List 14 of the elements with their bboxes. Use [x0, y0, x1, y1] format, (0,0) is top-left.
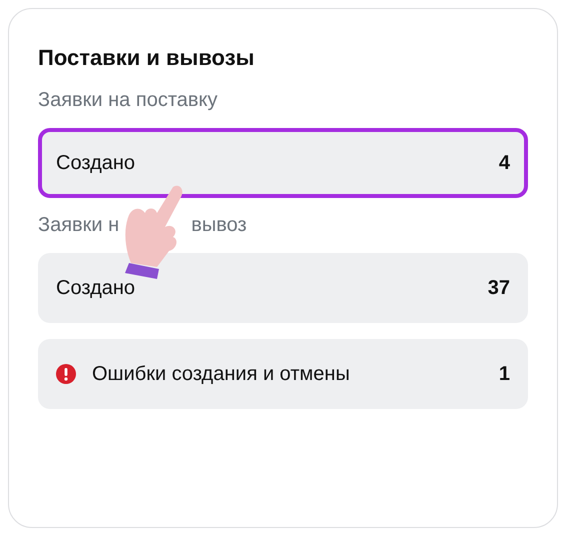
status-row[interactable]: Создано 37: [38, 253, 528, 323]
section-label: Заявки на поставку: [38, 89, 218, 112]
card-title: Поставки и вывозы: [38, 45, 256, 71]
section-label: вывоз: [191, 214, 247, 237]
section-label: Заявки н: [38, 214, 120, 237]
row-label: Создано: [56, 276, 136, 300]
error-icon: [56, 364, 76, 384]
row-count: 4: [498, 152, 510, 174]
row-count: 1: [498, 362, 510, 386]
row-label: Ошибки создания и отмены: [92, 362, 351, 386]
status-row[interactable]: Ошибки создания и отмены 1: [38, 339, 528, 409]
row-label: Создано: [56, 152, 136, 174]
status-row[interactable]: Создано 4: [38, 128, 528, 198]
row-count: 37: [488, 276, 510, 300]
